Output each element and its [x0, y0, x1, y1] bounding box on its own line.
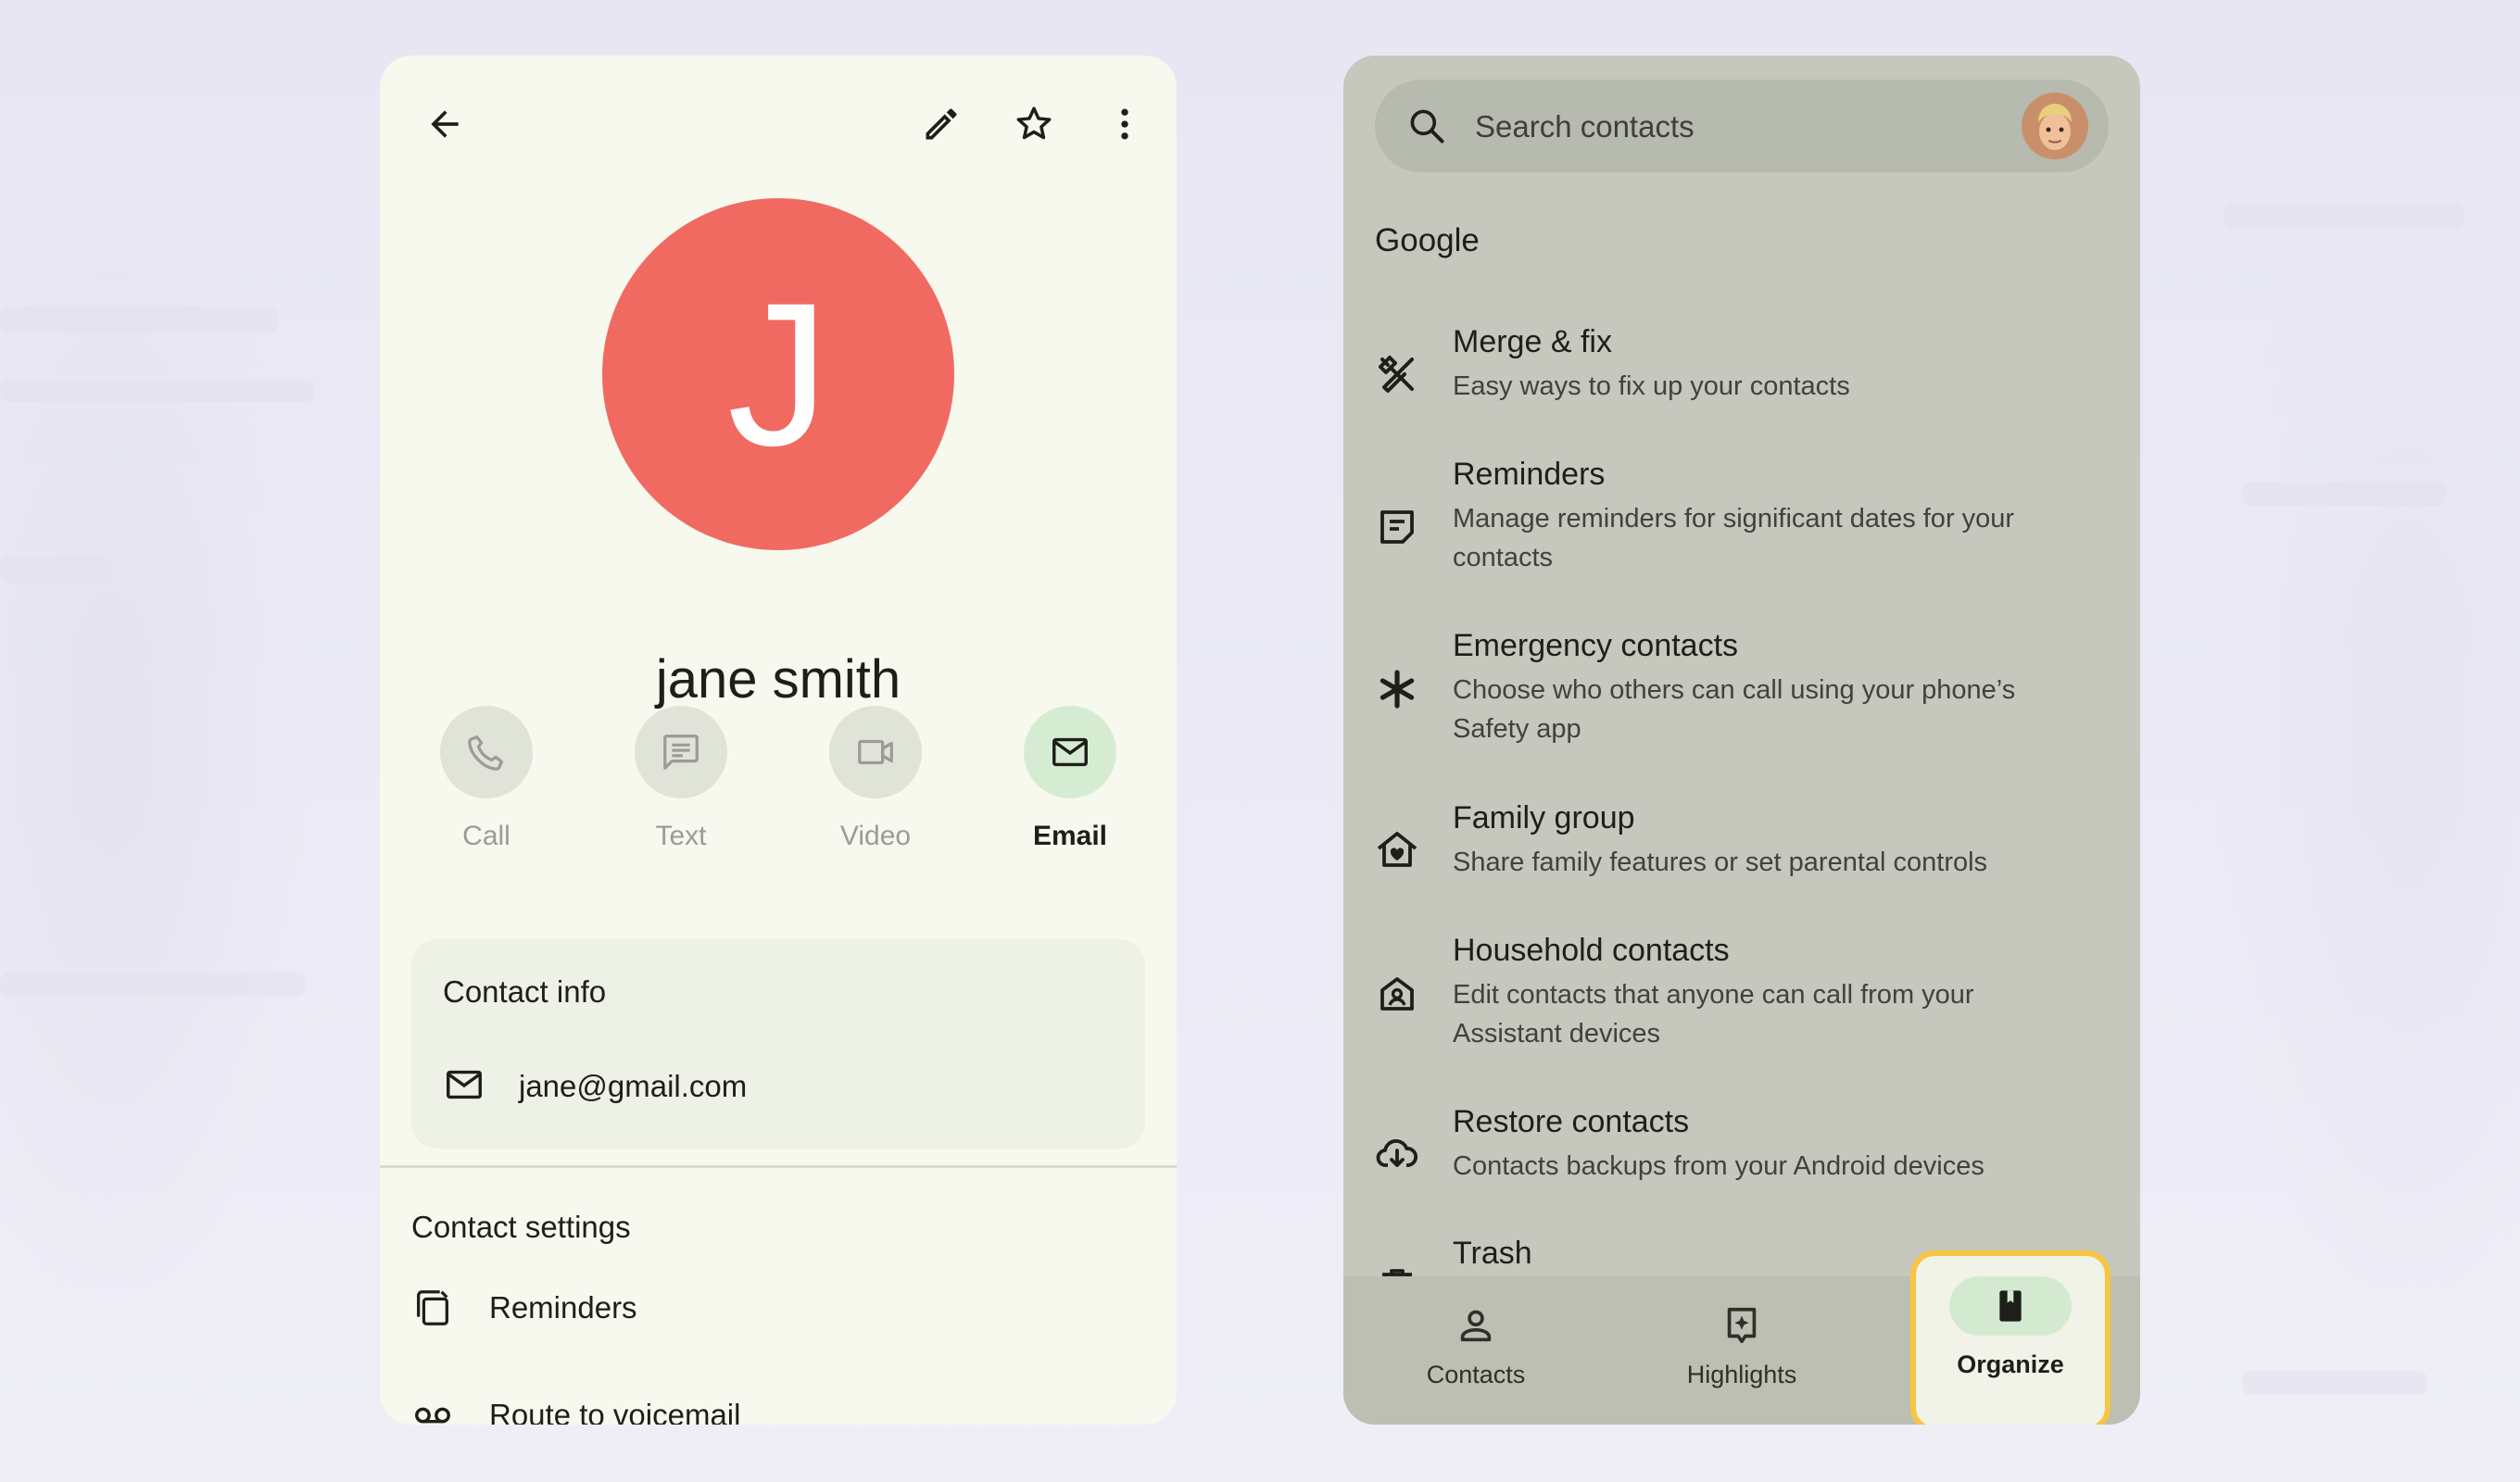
search-icon [1410, 109, 1444, 144]
background-shape [0, 973, 306, 997]
pencil-icon [926, 108, 957, 140]
contact-info-card: Contact info jane@gmail.com [411, 939, 1145, 1149]
bookmark-book-icon [1999, 1290, 2022, 1322]
video-label: Video [839, 821, 912, 851]
nav-organize-label: Organize [1957, 1350, 2064, 1378]
favorite-button[interactable] [1001, 91, 1067, 157]
search-input[interactable]: Search contacts [1475, 109, 1695, 144]
mail-icon [447, 1070, 482, 1099]
nav-contacts[interactable]: Contacts [1355, 1276, 1596, 1425]
text-label: Text [655, 821, 707, 851]
organize-panel: Search contacts Google Merge & fix Easy … [1343, 56, 2140, 1425]
section-divider [380, 1165, 1177, 1168]
organize-item-title: Trash [1453, 1236, 1532, 1271]
call-action[interactable]: Call [422, 706, 551, 852]
phone-icon [468, 735, 503, 771]
contact-email-link[interactable]: jane@gmail.com [519, 1069, 747, 1104]
organize-item-title: Family group [1453, 800, 1635, 835]
organize-item-reminders[interactable]: Reminders Manage reminders for significa… [1375, 457, 2098, 596]
contact-info-title: Contact info [443, 974, 607, 1009]
nav-highlights[interactable]: Highlights [1621, 1276, 1862, 1425]
organize-item-emergency-contacts[interactable]: Emergency contacts Choose who others can… [1375, 628, 2098, 767]
organize-item-subtitle: Manage reminders for significant dates f… [1453, 504, 2015, 572]
call-button[interactable] [440, 706, 533, 798]
background-shape [0, 556, 111, 584]
more-options-button[interactable] [1091, 91, 1158, 157]
tools-icon [1379, 356, 1414, 393]
background-shape [2224, 204, 2464, 228]
reminders-icon [417, 1290, 448, 1325]
text-button[interactable] [635, 706, 727, 798]
star-outline-icon [1016, 107, 1052, 140]
note-icon [1380, 510, 1414, 544]
contact-detail-panel: J jane smith Call Text Video Email Conta… [380, 56, 1177, 1425]
household-icon [1380, 977, 1414, 1011]
organize-item-subtitle: Choose who others can call using your ph… [1453, 675, 2016, 744]
organize-item-subtitle: Edit contacts that anyone can call from … [1453, 980, 1974, 1049]
asterisk-icon [1380, 670, 1415, 709]
person-icon [1460, 1310, 1492, 1342]
family-home-icon [1377, 832, 1418, 867]
text-action[interactable]: Text [616, 706, 746, 852]
organize-item-title: Restore contacts [1453, 1104, 1690, 1139]
contact-name: jane smith [655, 649, 901, 710]
background-shape [0, 306, 278, 333]
nav-contacts-label: Contacts [1426, 1361, 1526, 1388]
setting-route-to-voicemail[interactable]: Route to voicemail [411, 1388, 740, 1425]
arrow-back-icon [431, 110, 459, 138]
video-icon [858, 739, 893, 765]
organize-item-title: Merge & fix [1453, 324, 1612, 359]
organize-item-family-group[interactable]: Family group Share family features or se… [1375, 800, 2098, 893]
organize-item-subtitle: Share family features or set parental co… [1453, 848, 1988, 877]
organize-item-title: Emergency contacts [1453, 628, 1739, 663]
active-indicator-pill [1949, 1276, 2072, 1336]
search-bar[interactable]: Search contacts [1375, 80, 2109, 172]
organize-item-title: Household contacts [1453, 933, 1730, 968]
organize-item-merge-fix[interactable]: Merge & fix Easy ways to fix up your con… [1375, 324, 2098, 417]
more-vert-icon [1121, 108, 1128, 140]
organize-item-restore-contacts[interactable]: Restore contacts Contacts backups from y… [1375, 1104, 2098, 1197]
background-shape [2242, 1371, 2427, 1395]
contact-settings-title: Contact settings [411, 1210, 631, 1244]
email-action[interactable]: Email [1005, 706, 1135, 852]
memoji-avatar-icon [2022, 93, 2088, 159]
organize-item-subtitle: Easy ways to fix up your contacts [1453, 371, 1850, 401]
contact-avatar: J [602, 198, 954, 550]
voicemail-icon [415, 1407, 450, 1424]
call-label: Call [462, 821, 510, 851]
section-google-title: Google [1375, 222, 1480, 258]
mail-icon [1052, 737, 1088, 767]
video-action[interactable]: Video [811, 706, 940, 852]
organize-item-title: Reminders [1453, 457, 1606, 492]
background-shape [2242, 482, 2446, 506]
account-avatar[interactable] [2022, 93, 2088, 159]
nav-organize[interactable]: Organize [1910, 1250, 2110, 1425]
cloud-restore-icon [1376, 1139, 1418, 1167]
email-button[interactable] [1024, 706, 1116, 798]
back-button[interactable] [411, 91, 478, 157]
email-label: Email [1032, 821, 1108, 851]
avatar-initial: J [727, 259, 829, 488]
nav-highlights-label: Highlights [1686, 1361, 1797, 1388]
video-button[interactable] [829, 706, 922, 798]
setting-reminders-label: Reminders [489, 1290, 637, 1325]
background-shape [0, 380, 315, 402]
highlights-icon [1727, 1307, 1757, 1344]
setting-reminders[interactable]: Reminders [411, 1280, 637, 1336]
edit-button[interactable] [908, 91, 975, 157]
organize-item-subtitle: Contacts backups from your Android devic… [1453, 1151, 1984, 1181]
message-icon [663, 735, 699, 770]
setting-voicemail-label: Route to voicemail [489, 1398, 741, 1425]
organize-item-household-contacts[interactable]: Household contacts Edit contacts that an… [1375, 933, 2098, 1072]
blurred-background [0, 0, 2520, 1482]
